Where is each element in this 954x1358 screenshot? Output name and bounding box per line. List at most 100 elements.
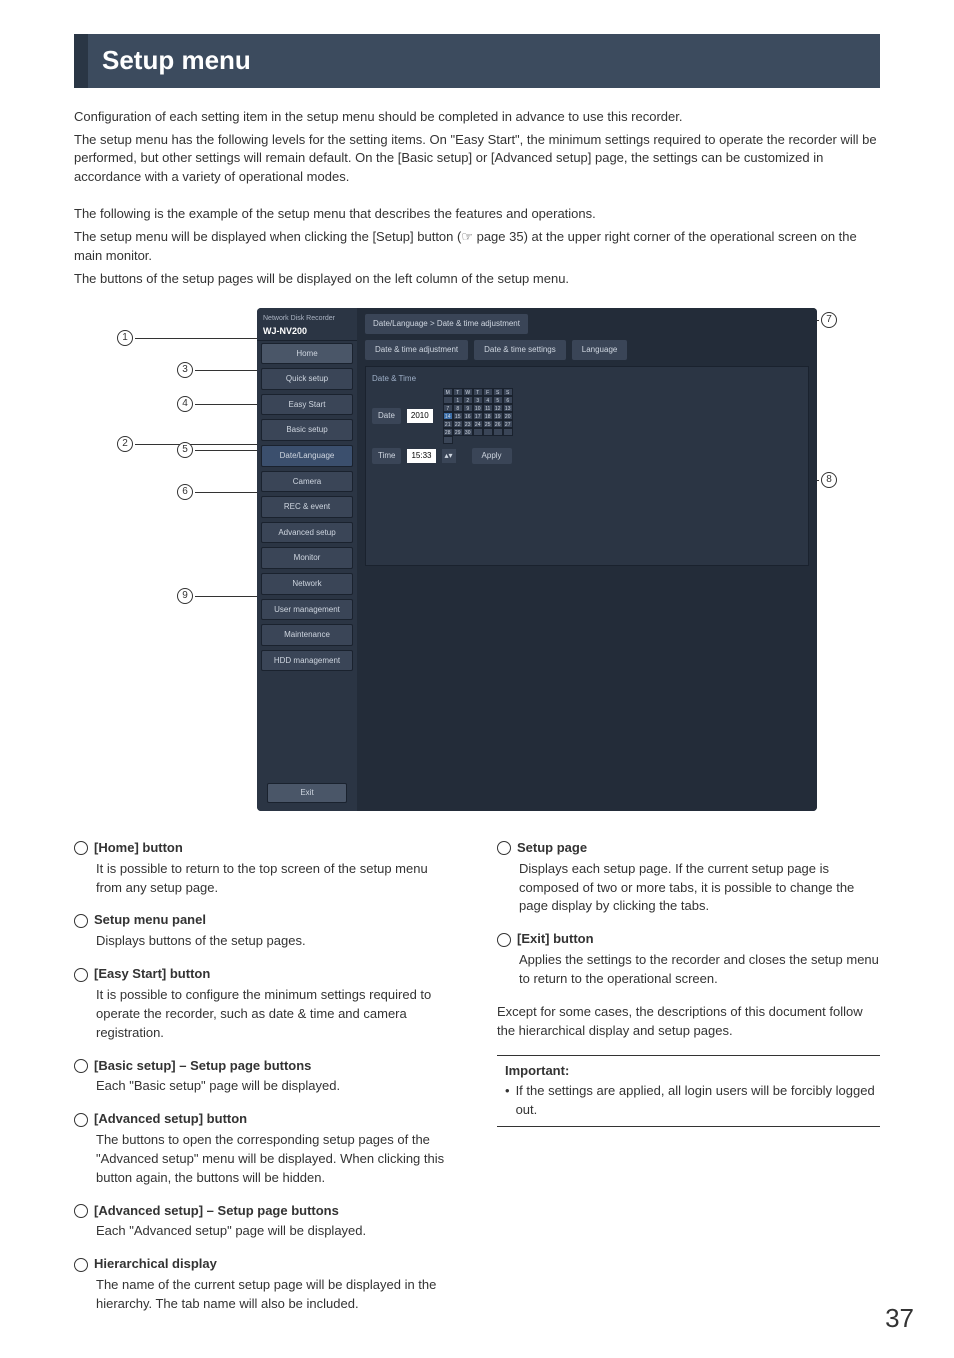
screenshot-wrapper: 1 2 3 4 5 6 9 7 8 Network Disk Recorder …	[117, 308, 837, 811]
user-management-button[interactable]: User management	[261, 599, 353, 621]
callout-5: 5	[177, 442, 265, 458]
calendar-cell[interactable]: 22	[453, 420, 463, 428]
item-title: [Advanced setup] button	[94, 1110, 247, 1129]
setup-screenshot: Network Disk Recorder WJ-NV200 Home Quic…	[257, 308, 817, 811]
brand-line: Network Disk Recorder	[263, 314, 351, 324]
col-right: Setup pageDisplays each setup page. If t…	[497, 839, 880, 1328]
calendar-cell[interactable]: 11	[483, 404, 493, 412]
tab-datetime-adjust[interactable]: Date & time adjustment	[365, 340, 468, 360]
calendar-day-header: F	[483, 388, 493, 396]
intro-p2: The setup menu has the following levels …	[74, 131, 880, 188]
calendar-cell[interactable]: 24	[473, 420, 483, 428]
calendar-cell[interactable]: 21	[443, 420, 453, 428]
description-item: [Home] buttonIt is possible to return to…	[74, 839, 457, 898]
calendar-cell[interactable]: 15	[453, 412, 463, 420]
calendar-cell[interactable]: 29	[453, 428, 463, 436]
item-body: Each "Advanced setup" page will be displ…	[74, 1222, 457, 1241]
description-item: [Advanced setup] – Setup page buttonsEac…	[74, 1202, 457, 1242]
calendar-cell[interactable]: 18	[483, 412, 493, 420]
calendar-cell[interactable]	[473, 428, 483, 436]
calendar-cell[interactable]: 3	[473, 396, 483, 404]
item-body: Displays each setup page. If the current…	[497, 860, 880, 917]
item-number	[497, 841, 511, 855]
tab-language[interactable]: Language	[572, 340, 628, 360]
calendar-cell[interactable]: 16	[463, 412, 473, 420]
intro2-block: The following is the example of the setu…	[74, 205, 880, 288]
hdd-management-button[interactable]: HDD management	[261, 650, 353, 672]
calendar-cell[interactable]: 23	[463, 420, 473, 428]
item-number	[74, 968, 88, 982]
quick-setup-button[interactable]: Quick setup	[261, 368, 353, 390]
calendar-cell[interactable]: 10	[473, 404, 483, 412]
col-left: [Home] buttonIt is possible to return to…	[74, 839, 457, 1328]
item-number	[74, 914, 88, 928]
calendar-cell[interactable]	[443, 436, 453, 444]
calendar-cell[interactable]	[503, 428, 513, 436]
apply-button[interactable]: Apply	[472, 448, 512, 464]
calendar-cell[interactable]: 9	[463, 404, 473, 412]
calendar-day-header: M	[443, 388, 453, 396]
calendar-cell[interactable]: 14	[443, 412, 453, 420]
time-label: Time	[372, 448, 401, 464]
advanced-setup-button[interactable]: Advanced setup	[261, 522, 353, 544]
setup-panel: Date & Time Date 2010 MTWTFSS12345678910…	[365, 366, 809, 566]
item-title: Setup menu panel	[94, 911, 206, 930]
important-box: Important:•If the settings are applied, …	[497, 1055, 880, 1128]
calendar-cell[interactable]	[493, 428, 503, 436]
calendar-cell[interactable]: 20	[503, 412, 513, 420]
camera-button[interactable]: Camera	[261, 471, 353, 493]
calendar-cell[interactable]: 2	[463, 396, 473, 404]
item-title: [Exit] button	[517, 930, 594, 949]
date-year[interactable]: 2010	[407, 409, 433, 423]
calendar-cell[interactable]: 13	[503, 404, 513, 412]
calendar-day-header: T	[473, 388, 483, 396]
brand-model: WJ-NV200	[263, 325, 351, 338]
calendar-cell[interactable]: 19	[493, 412, 503, 420]
calendar-cell[interactable]: 4	[483, 396, 493, 404]
item-number	[74, 1113, 88, 1127]
calendar-cell[interactable]: 12	[493, 404, 503, 412]
calendar-cell[interactable]	[443, 396, 453, 404]
home-button[interactable]: Home	[261, 343, 353, 365]
rec-event-button[interactable]: REC & event	[261, 496, 353, 518]
time-value[interactable]: 15:33	[407, 449, 435, 463]
calendar-cell[interactable]: 5	[493, 396, 503, 404]
date-language-button[interactable]: Date/Language	[261, 445, 353, 467]
exit-button[interactable]: Exit	[267, 783, 347, 803]
calendar-cell[interactable]: 30	[463, 428, 473, 436]
item-body: It is possible to return to the top scre…	[74, 860, 457, 898]
time-spinner-icon[interactable]: ▴▾	[442, 449, 456, 463]
calendar[interactable]: MTWTFSS123456789101112131415161718192021…	[443, 388, 513, 444]
intro-block: Configuration of each setting item in th…	[74, 108, 880, 187]
tabs: Date & time adjustment Date & time setti…	[365, 340, 809, 360]
maintenance-button[interactable]: Maintenance	[261, 624, 353, 646]
calendar-day-header: S	[503, 388, 513, 396]
item-title: [Basic setup] – Setup page buttons	[94, 1057, 311, 1076]
easy-start-button[interactable]: Easy Start	[261, 394, 353, 416]
basic-setup-button[interactable]: Basic setup	[261, 419, 353, 441]
description-item: [Exit] buttonApplies the settings to the…	[497, 930, 880, 989]
calendar-day-header: T	[453, 388, 463, 396]
item-title: Hierarchical display	[94, 1255, 217, 1274]
calendar-cell[interactable]: 27	[503, 420, 513, 428]
callout-1: 1	[117, 330, 277, 346]
tab-datetime-settings[interactable]: Date & time settings	[474, 340, 566, 360]
calendar-cell[interactable]: 25	[483, 420, 493, 428]
sidebar: Network Disk Recorder WJ-NV200 Home Quic…	[257, 308, 357, 811]
description-item: Setup menu panelDisplays buttons of the …	[74, 911, 457, 951]
calendar-cell[interactable]: 17	[473, 412, 483, 420]
item-number	[497, 933, 511, 947]
network-button[interactable]: Network	[261, 573, 353, 595]
calendar-cell[interactable]: 1	[453, 396, 463, 404]
calendar-cell[interactable]: 8	[453, 404, 463, 412]
calendar-cell[interactable]: 7	[443, 404, 453, 412]
calendar-cell[interactable]: 28	[443, 428, 453, 436]
calendar-cell[interactable]: 6	[503, 396, 513, 404]
monitor-button[interactable]: Monitor	[261, 547, 353, 569]
description-item: Hierarchical displayThe name of the curr…	[74, 1255, 457, 1314]
intro-p1: Configuration of each setting item in th…	[74, 108, 880, 127]
calendar-cell[interactable]: 26	[493, 420, 503, 428]
content-area: Date/Language > Date & time adjustment D…	[357, 308, 817, 811]
description-item: [Easy Start] buttonIt is possible to con…	[74, 965, 457, 1042]
calendar-cell[interactable]	[483, 428, 493, 436]
